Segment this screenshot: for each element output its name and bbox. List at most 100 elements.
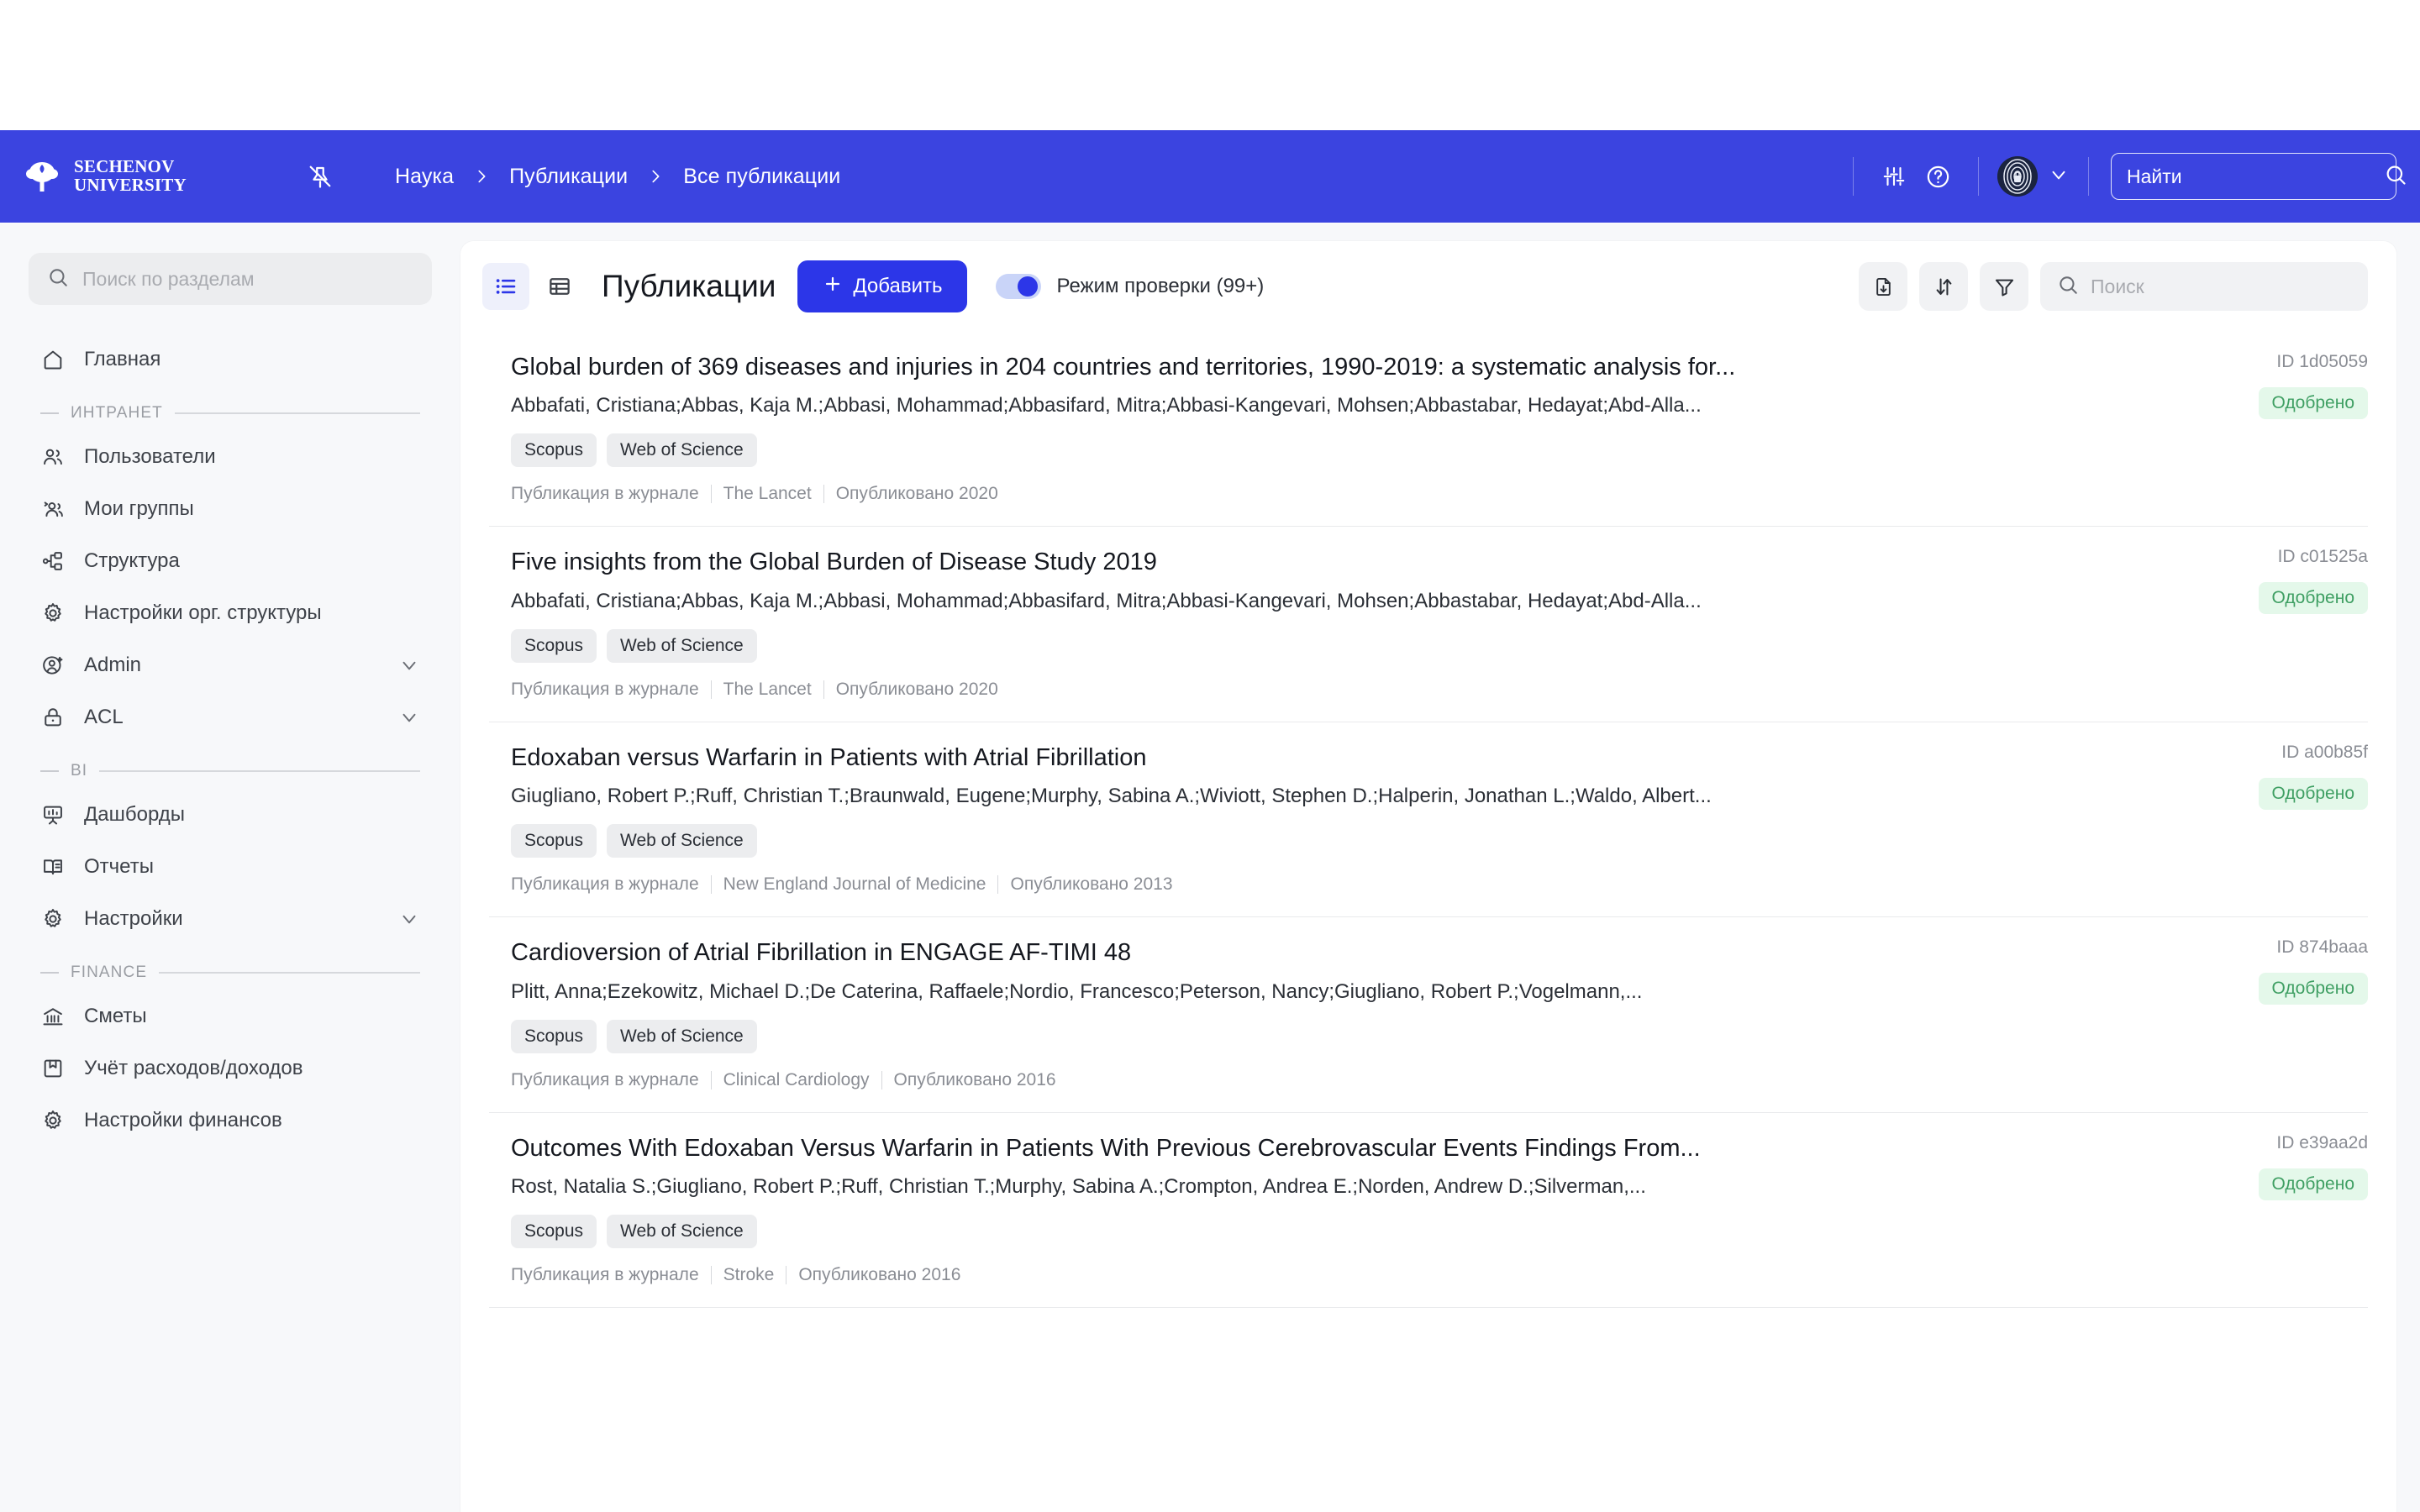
sidebar-item-estimates[interactable]: Сметы xyxy=(29,990,432,1042)
sidebar-item-org-structure-settings[interactable]: Настройки орг. структуры xyxy=(29,587,432,639)
publications-search[interactable] xyxy=(2040,262,2368,311)
pin-off-icon[interactable] xyxy=(301,157,339,196)
publication-journal: Stroke xyxy=(723,1265,775,1285)
chevron-down-icon[interactable] xyxy=(398,654,420,676)
publication-title[interactable]: Cardioversion of Atrial Fibrillation in … xyxy=(511,937,2158,968)
publication-row[interactable]: Cardioversion of Atrial Fibrillation in … xyxy=(489,917,2368,1113)
chevron-down-icon xyxy=(2048,164,2070,190)
filter-icon[interactable] xyxy=(1980,262,2028,311)
add-button[interactable]: Добавить xyxy=(797,260,968,312)
sidebar-item-acl[interactable]: ACL xyxy=(29,691,432,743)
sort-arrows-icon[interactable] xyxy=(1919,262,1968,311)
publication-tags: Scopus Web of Science xyxy=(511,628,2158,663)
publication-type: Публикация в журнале xyxy=(511,484,699,504)
publication-title[interactable]: Five insights from the Global Burden of … xyxy=(511,547,2158,577)
chevron-down-icon[interactable] xyxy=(398,706,420,728)
source-tag: Web of Science xyxy=(607,433,757,468)
publication-row[interactable]: Edoxaban versus Warfarin in Patients wit… xyxy=(489,722,2368,918)
sidebar-item-label: Сметы xyxy=(84,1005,147,1027)
publication-row[interactable]: Five insights from the Global Burden of … xyxy=(489,527,2368,722)
sidebar-item-label: Настройки орг. структуры xyxy=(84,601,322,624)
user-menu[interactable] xyxy=(1997,156,2070,197)
divider xyxy=(823,485,824,504)
publication-side: ID c01525a Одобрено xyxy=(2158,547,2368,699)
check-mode-toggle[interactable]: Режим проверки (99+) xyxy=(996,274,1264,299)
divider xyxy=(710,485,712,504)
sitemap-icon xyxy=(40,549,66,574)
file-download-icon[interactable] xyxy=(1859,262,1907,311)
publication-title[interactable]: Edoxaban versus Warfarin in Patients wit… xyxy=(511,743,2158,773)
dashboard-icon xyxy=(40,802,66,827)
section-dash xyxy=(40,770,59,772)
publication-published: Опубликовано 2016 xyxy=(798,1265,961,1285)
publication-type: Публикация в журнале xyxy=(511,1069,699,1089)
publication-main: Global burden of 369 diseases and injuri… xyxy=(511,352,2158,504)
check-mode-switch[interactable] xyxy=(996,274,1042,299)
publication-published: Опубликовано 2020 xyxy=(835,679,998,699)
publication-title[interactable]: Outcomes With Edoxaban Versus Warfarin i… xyxy=(511,1133,2158,1163)
gear-icon xyxy=(40,601,66,626)
list-view-icon[interactable] xyxy=(482,263,529,310)
main-content: Публикации Добавить Режим проверки (99+) xyxy=(460,223,2420,1512)
sidebar-item-structure[interactable]: Структура xyxy=(29,535,432,587)
header-actions xyxy=(1834,153,2406,200)
users-icon xyxy=(40,444,66,470)
chevron-down-icon[interactable] xyxy=(398,908,420,930)
app-body: Главная ИНТРАНЕТ Пользователи Мои группы xyxy=(0,223,2420,1512)
breadcrumb-item-2[interactable]: Все публикации xyxy=(683,165,840,189)
book-icon xyxy=(40,854,66,879)
publication-tags: Scopus Web of Science xyxy=(511,433,2158,468)
sidebar-item-admin[interactable]: Admin xyxy=(29,639,432,691)
publication-id: ID 1d05059 xyxy=(2276,352,2368,371)
global-search-input[interactable] xyxy=(2127,165,2375,188)
sidebar-item-expense-income[interactable]: Учёт расходов/доходов xyxy=(29,1042,432,1095)
sidebar-item-reports[interactable]: Отчеты xyxy=(29,841,432,893)
sliders-icon[interactable] xyxy=(1872,155,1916,198)
publication-side: ID 874baaa Одобрено xyxy=(2158,937,2368,1089)
publication-meta: Публикация в журнале The Lancet Опублико… xyxy=(511,680,2158,700)
publication-row[interactable]: Outcomes With Edoxaban Versus Warfarin i… xyxy=(489,1113,2368,1309)
search-icon xyxy=(2384,163,2407,191)
publication-main: Outcomes With Edoxaban Versus Warfarin i… xyxy=(511,1133,2158,1285)
divider xyxy=(881,1070,882,1089)
plus-icon xyxy=(823,274,843,300)
publication-authors: Abbafati, Cristiana;Abbas, Kaja M.;Abbas… xyxy=(511,394,1702,417)
publication-row[interactable]: Global burden of 369 diseases and injuri… xyxy=(489,332,2368,528)
sechenov-logo[interactable]: SECHENOV UNIVERSITY xyxy=(24,158,301,195)
sidebar-search-input[interactable] xyxy=(82,267,413,291)
publication-type: Публикация в журнале xyxy=(511,679,699,699)
global-search[interactable] xyxy=(2111,153,2406,200)
sidebar-section-label: FINANCE xyxy=(71,963,148,981)
sidebar-item-finance-settings[interactable]: Настройки финансов xyxy=(29,1095,432,1147)
sidebar-section-intranet-header: ИНТРАНЕТ xyxy=(40,404,432,423)
sidebar-item-users[interactable]: Пользователи xyxy=(29,431,432,483)
sidebar-section-label: ИНТРАНЕТ xyxy=(71,404,163,422)
breadcrumb: Наука Публикации Все публикации xyxy=(395,165,840,189)
help-circle-icon[interactable] xyxy=(1916,155,1960,198)
publication-meta: Публикация в журнале Stroke Опубликовано… xyxy=(511,1265,2158,1285)
table-view-icon[interactable] xyxy=(536,263,583,310)
sidebar-item-dashboards[interactable]: Дашборды xyxy=(29,789,432,841)
publication-title[interactable]: Global burden of 369 diseases and injuri… xyxy=(511,352,2158,382)
section-dash xyxy=(40,972,59,974)
sidebar-item-label: Структура xyxy=(84,549,180,572)
publications-search-input[interactable] xyxy=(2091,275,2351,298)
sidebar: Главная ИНТРАНЕТ Пользователи Мои группы xyxy=(0,223,460,1512)
divider xyxy=(1978,157,1979,196)
sidebar-item-home[interactable]: Главная xyxy=(29,333,432,386)
breadcrumb-item-1[interactable]: Публикации xyxy=(509,165,628,189)
sidebar-item-bi-settings[interactable]: Настройки xyxy=(29,893,432,945)
status-badge: Одобрено xyxy=(2258,387,2368,419)
breadcrumb-item-0[interactable]: Наука xyxy=(395,165,454,189)
publication-side: ID a00b85f Одобрено xyxy=(2158,743,2368,895)
sidebar-item-my-groups[interactable]: Мои группы xyxy=(29,483,432,535)
sidebar-search[interactable] xyxy=(29,253,432,305)
view-toggle xyxy=(482,263,583,310)
gear-icon xyxy=(40,1108,66,1133)
gear-icon xyxy=(40,906,66,932)
publication-side: ID e39aa2d Одобрено xyxy=(2158,1133,2368,1285)
sidebar-item-label: Настройки финансов xyxy=(84,1109,282,1131)
chevron-right-icon xyxy=(646,167,665,186)
publication-type: Публикация в журнале xyxy=(511,874,699,895)
publication-tags: Scopus Web of Science xyxy=(511,1019,2158,1053)
